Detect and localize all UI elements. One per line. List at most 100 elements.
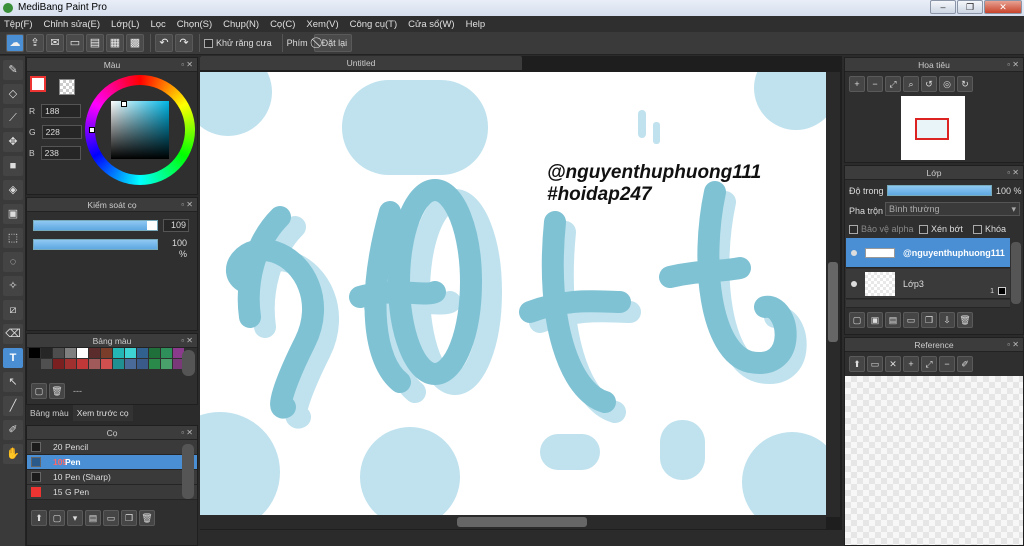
palette-swatch[interactable] [89,359,100,369]
fit-icon[interactable]: ⤢ [885,76,901,92]
b-value-input[interactable]: 238 [40,146,81,160]
duplicate-layer-icon[interactable]: ❐ [921,312,937,328]
palette-swatch[interactable] [77,359,88,369]
zoom-out-icon[interactable]: − [939,356,955,372]
palette-swatch[interactable] [89,348,100,358]
g-value-input[interactable]: 228 [41,125,82,139]
zoom-out-icon[interactable]: − [867,76,883,92]
r-value-input[interactable]: 188 [41,104,82,118]
fit-icon[interactable]: ⤢ [921,356,937,372]
move-tool-icon[interactable]: ✥ [3,132,23,152]
menu-edit[interactable]: Chỉnh sửa(E) [44,19,101,30]
add-brush-icon[interactable]: ⬆ [31,510,47,526]
brush-size-slider[interactable] [33,220,158,231]
rotate-reset-icon[interactable]: ◎ [939,76,955,92]
close-button[interactable]: ✕ [984,0,1022,14]
layer-opacity-slider[interactable] [887,185,992,196]
canvas-horizontal-scrollbar[interactable] [200,515,826,529]
scroll-thumb[interactable] [828,262,838,342]
panel-close-icon[interactable]: ▫ ✕ [1007,166,1019,180]
select-pen-icon[interactable]: ⧄ [3,300,23,320]
scroll-thumb[interactable] [457,517,587,527]
palette-scroll[interactable] [182,350,195,376]
drawing-canvas[interactable]: @nguyenthuphuong111 #hoidap247 [200,72,826,515]
upload-icon[interactable]: ⬆ [849,356,865,372]
cloud-icon[interactable]: ☁ [6,34,24,52]
menu-filter[interactable]: Lọc [150,19,165,30]
dot-tool-icon[interactable]: ⟋ [3,108,23,128]
panel-close-icon[interactable]: ▫ ✕ [1007,58,1019,72]
hue-ring[interactable] [85,75,195,185]
redo-icon[interactable]: ↷ [175,34,193,52]
lasso-tool-icon[interactable]: ◌ [3,252,23,272]
menu-capture[interactable]: Chụp(N) [223,19,259,30]
background-color-swatch[interactable] [59,79,75,95]
eye-icon[interactable] [851,249,857,256]
menu-window[interactable]: Cửa sổ(W) [408,19,454,30]
new-halftone-layer-icon[interactable]: ▣ [867,312,883,328]
brush-menu-icon[interactable]: ▾ [67,510,83,526]
merge-layer-icon[interactable]: ⇩ [939,312,955,328]
document-tab[interactable]: Untitled [200,56,522,70]
palette-swatch[interactable] [149,348,160,358]
delete-brush-icon[interactable]: 🗑 [139,510,155,526]
palette-swatch[interactable] [161,348,172,358]
comment-icon[interactable]: ✉ [46,34,64,52]
palette-swatch[interactable] [113,359,124,369]
panel-close-icon[interactable]: ▫ ✕ [181,58,193,72]
menu-select[interactable]: Chọn(S) [177,19,212,30]
select-eraser-icon[interactable]: ⌫ [3,324,23,344]
new-folder-icon[interactable]: ▭ [903,312,919,328]
brush-settings-icon[interactable]: ▤ [85,510,101,526]
delete-layer-icon[interactable]: 🗑 [957,312,973,328]
palette-swatch[interactable] [137,348,148,358]
palette-swatch[interactable] [161,359,172,369]
tab-palette[interactable]: Bảng màu [26,405,73,421]
new-brush-icon[interactable]: ▢ [49,510,65,526]
tab-brush-preview[interactable]: Xem trước cọ [72,405,133,421]
brush-opacity-slider[interactable] [33,239,158,250]
antialias-checkbox[interactable]: Khử răng cưa [204,38,272,48]
brush-item[interactable]: 15 G Pen [27,485,197,500]
brush-item[interactable]: 20 Pencil [27,440,197,455]
panel-close-icon[interactable]: ▫ ✕ [181,198,193,212]
lock-checkbox[interactable]: Khóa [973,224,1006,234]
menu-view[interactable]: Xem(V) [306,19,338,30]
palette-swatch[interactable] [101,348,112,358]
chat-icon[interactable]: ▭ [66,34,84,52]
palette-swatch[interactable] [65,348,76,358]
eye-icon[interactable] [851,280,857,287]
palette-swatch[interactable] [41,359,52,369]
hand-tool-icon[interactable]: ✋ [3,444,23,464]
sv-marker[interactable] [121,101,127,107]
navigator-preview[interactable] [901,96,965,160]
brush-item[interactable]: 10 Pen (Sharp) [27,470,197,485]
panel-close-icon[interactable]: ▫ ✕ [181,426,193,440]
zoom-in-icon[interactable]: + [849,76,865,92]
panel-close-icon[interactable]: ▫ ✕ [1007,338,1019,352]
palette-swatch[interactable] [137,359,148,369]
page-icon[interactable]: ▤ [86,34,104,52]
brush-size-value[interactable]: 109 [163,219,189,232]
palette-swatch[interactable] [149,359,160,369]
saturation-value-square[interactable] [111,101,169,159]
panel-icon[interactable]: ▦ [106,34,124,52]
brush-tool-icon[interactable]: ✎ [3,60,23,80]
gradient-tool-icon[interactable]: ▣ [3,204,23,224]
hue-marker[interactable] [89,127,95,133]
menu-layer[interactable]: Lớp(L) [111,19,139,30]
palette-swatch[interactable] [29,348,40,358]
copy-brush-icon[interactable]: ❐ [121,510,137,526]
foreground-color-swatch[interactable] [30,76,46,92]
palette-swatches[interactable] [29,348,184,369]
eraser-tool-icon[interactable]: ◇ [3,84,23,104]
magic-wand-icon[interactable]: ✧ [3,276,23,296]
protect-alpha-checkbox[interactable]: Bảo vệ alpha [849,224,914,234]
palette-swatch[interactable] [41,348,52,358]
layer-row[interactable] [846,300,1010,308]
brush-item[interactable]: 109 Pen [27,455,197,470]
layer-row[interactable]: @nguyenthuphuong111 [846,238,1010,268]
zoom-in-icon[interactable]: + [903,356,919,372]
grid-icon[interactable]: ▩ [126,34,144,52]
palette-swatch[interactable] [113,348,124,358]
